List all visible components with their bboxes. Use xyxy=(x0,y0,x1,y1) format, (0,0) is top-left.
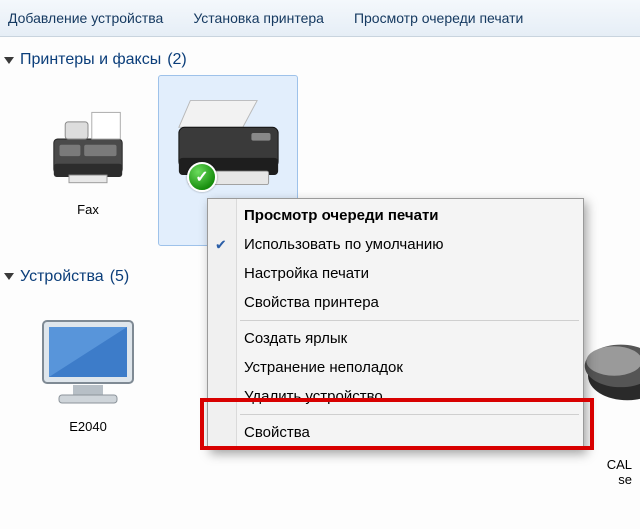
menu-set-default[interactable]: ✔ Использовать по умолчанию xyxy=(208,230,583,259)
monitor-icon xyxy=(23,303,153,413)
section-printers-header[interactable]: Принтеры и факсы (2) xyxy=(0,37,640,75)
toolbar: Добавление устройства Установка принтера… xyxy=(0,0,640,37)
menu-set-default-label: Использовать по умолчанию xyxy=(244,236,443,253)
section-printers-title: Принтеры и факсы xyxy=(20,51,161,69)
device-monitor[interactable]: E2040 xyxy=(18,292,158,446)
menu-remove-device[interactable]: Удалить устройство xyxy=(208,382,583,411)
device-fax[interactable]: Fax xyxy=(18,75,158,229)
toolbar-view-queue[interactable]: Просмотр очереди печати xyxy=(354,10,523,26)
menu-separator xyxy=(240,320,579,321)
printer-icon: ✓ xyxy=(163,86,293,196)
menu-troubleshoot[interactable]: Устранение неполадок xyxy=(208,353,583,382)
section-devices-title: Устройства xyxy=(20,268,104,286)
context-menu: Просмотр очереди печати ✔ Использовать п… xyxy=(207,198,584,450)
fax-icon xyxy=(23,86,153,196)
device-mouse-label: CAL se xyxy=(607,457,632,487)
section-devices-count: (5) xyxy=(110,268,130,286)
menu-properties[interactable]: Свойства xyxy=(208,418,583,447)
section-printers-count: (2) xyxy=(167,51,187,69)
device-fax-label: Fax xyxy=(23,202,153,218)
toolbar-install-printer[interactable]: Установка принтера xyxy=(193,10,324,26)
check-icon: ✔ xyxy=(215,236,227,253)
menu-create-shortcut[interactable]: Создать ярлык xyxy=(208,324,583,353)
menu-view-queue[interactable]: Просмотр очереди печати xyxy=(208,201,583,230)
menu-printer-properties[interactable]: Свойства принтера xyxy=(208,288,583,317)
chevron-down-icon xyxy=(4,273,14,280)
menu-print-settings[interactable]: Настройка печати xyxy=(208,259,583,288)
default-check-icon: ✓ xyxy=(187,162,217,192)
menu-separator xyxy=(240,414,579,415)
chevron-down-icon xyxy=(4,57,14,64)
device-monitor-label: E2040 xyxy=(23,419,153,435)
toolbar-add-device[interactable]: Добавление устройства xyxy=(8,10,163,26)
